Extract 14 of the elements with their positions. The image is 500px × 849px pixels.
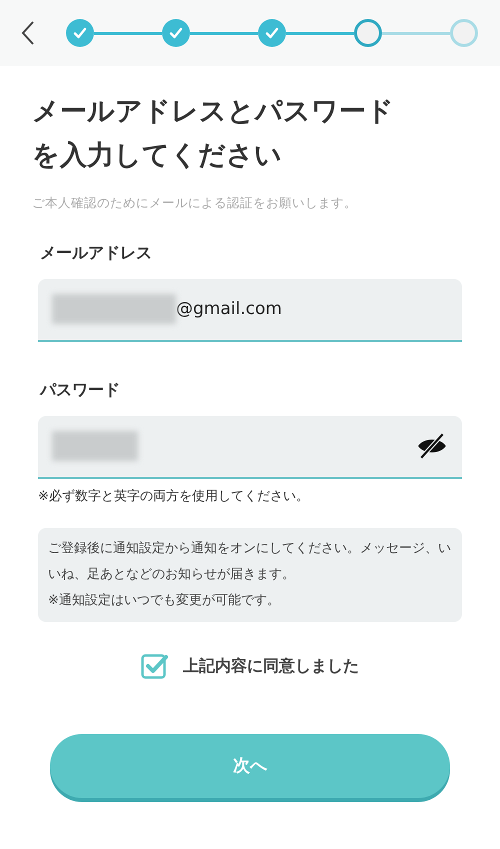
notice-text: ※通知設定はいつでも変更が可能です。 [48, 592, 281, 610]
email-field[interactable]: @gmail.com [38, 278, 462, 342]
back-icon[interactable] [20, 20, 36, 46]
hint-text: ※必ず数字と英字の両方を使用してください。 [38, 488, 310, 506]
notice-text: ご登録後に通知設定から通知をオンにしてください。メッセージ、いいね、足あとなどのお知らせが届きます。 [48, 540, 452, 584]
field-label: メールアドレス [40, 242, 153, 264]
eye-slash-icon[interactable] [416, 433, 448, 460]
password-field[interactable] [38, 416, 462, 479]
agree-label: 上記内容に同意しました [183, 655, 359, 678]
page-title: メールアドレスとパスワードを入力してください [32, 95, 395, 173]
subtitle: ご本人確認のためにメールによる認証をお願いします。 [32, 194, 358, 212]
field-label: パスワード [40, 378, 121, 401]
field-value: @gmail.com [176, 298, 282, 320]
agree-checkbox[interactable] [141, 652, 169, 680]
